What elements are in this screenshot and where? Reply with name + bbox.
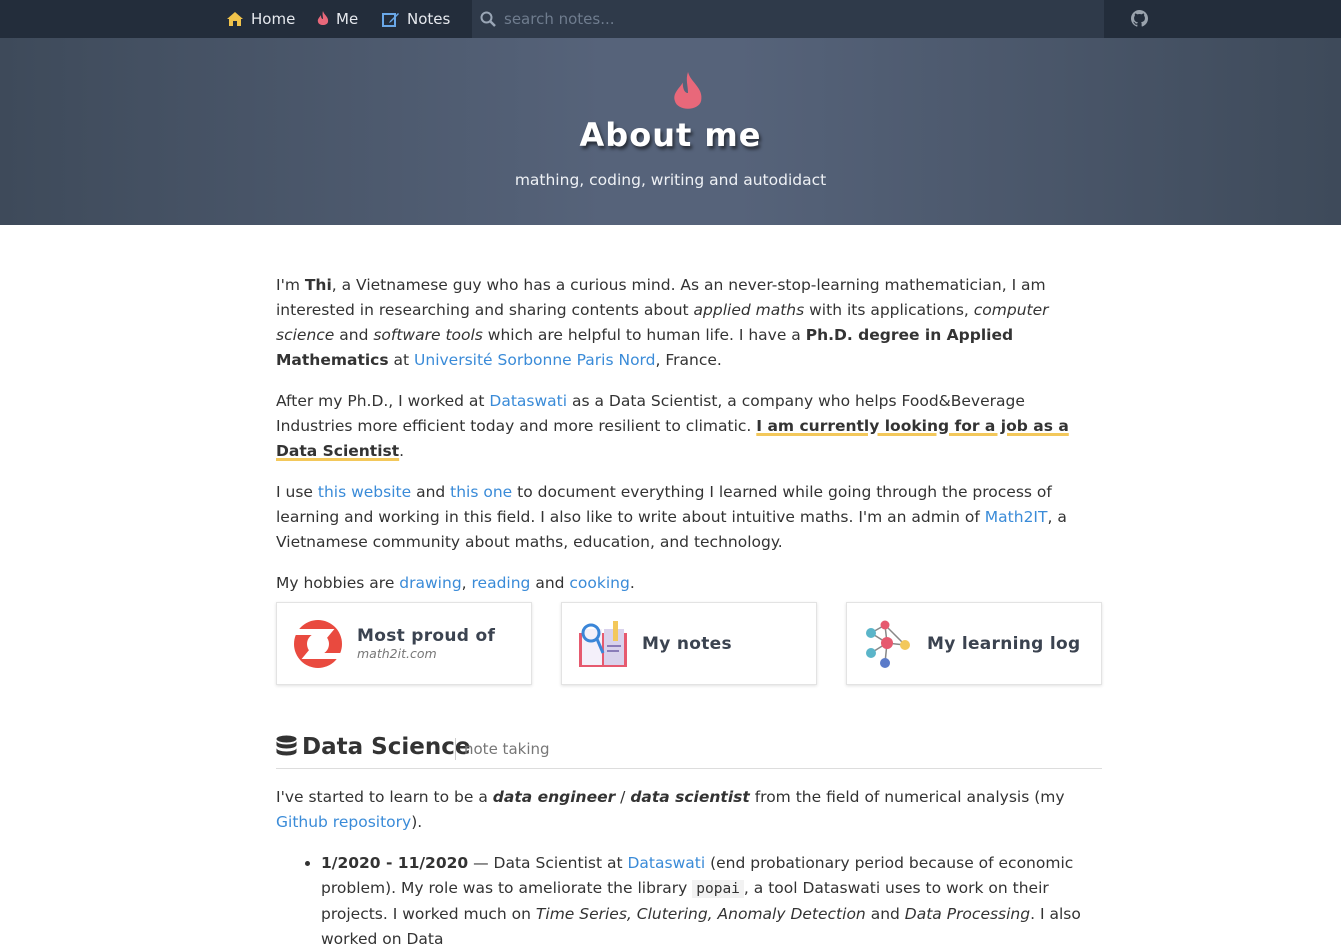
data-science-content: I've started to learn to be a data engin… <box>276 785 1102 952</box>
code-snippet: popai <box>692 880 744 898</box>
text: and <box>411 483 451 501</box>
card-most-proud[interactable]: Most proud of math2it.com <box>276 602 532 685</box>
github-icon <box>1131 10 1148 27</box>
feature-cards: Most proud of math2it.com My notes My le… <box>276 602 1102 685</box>
search-input[interactable] <box>502 9 1066 29</box>
text: from the field of numerical analysis (my <box>749 788 1065 806</box>
flame-icon <box>317 11 329 25</box>
nav-home[interactable]: Home <box>226 0 295 38</box>
emphasis: Data Processing <box>904 905 1031 923</box>
home-icon <box>227 12 243 26</box>
card-my-notes[interactable]: My notes <box>561 602 817 685</box>
card-title: My notes <box>642 633 732 654</box>
emphasis: data scientist <box>630 788 750 806</box>
math2it-logo-icon <box>291 617 345 671</box>
card-subtitle: math2it.com <box>357 646 437 661</box>
top-navbar: Home Me Notes <box>0 0 1341 38</box>
text: / <box>615 788 631 806</box>
nav-notes[interactable]: Notes <box>382 0 450 38</box>
card-title: My learning log <box>927 633 1081 654</box>
github-repository-link[interactable]: Github repository <box>276 813 411 831</box>
text: I use <box>276 483 318 501</box>
page-title: About me <box>579 116 762 154</box>
cooking-link[interactable]: cooking <box>569 574 629 592</box>
text: , France. <box>655 351 722 369</box>
emphasis: applied maths <box>693 301 805 319</box>
nav-me[interactable]: Me <box>317 0 358 38</box>
text: which are helpful to human life. I have … <box>482 326 806 344</box>
list-item: 1/2020 - 11/2020 — Data Scientist at Dat… <box>321 851 1102 952</box>
network-graph-icon <box>861 617 915 671</box>
dataswati-link[interactable]: Dataswati <box>627 854 705 872</box>
text: I've started to learn to be a <box>276 788 493 806</box>
data-science-intro: I've started to learn to be a data engin… <box>276 785 1102 835</box>
text: and <box>334 326 374 344</box>
nav-home-label: Home <box>251 10 296 28</box>
notebook-icon <box>576 617 630 671</box>
emphasis: software tools <box>373 326 483 344</box>
text: . <box>629 574 635 592</box>
about-paragraph-1: I'm Thi, a Vietnamese guy who has a curi… <box>276 273 1102 373</box>
reading-link[interactable]: reading <box>472 574 531 592</box>
nav-notes-label: Notes <box>407 10 451 28</box>
section-subtitle: note taking <box>455 738 550 760</box>
text: My hobbies are <box>276 574 400 592</box>
text: and <box>865 905 905 923</box>
math2it-link[interactable]: Math2IT <box>985 508 1048 526</box>
text: ). <box>411 813 423 831</box>
this-one-link[interactable]: this one <box>450 483 512 501</box>
search-bar <box>472 0 1104 38</box>
about-paragraph-2: After my Ph.D., I worked at Dataswati as… <box>276 389 1102 464</box>
text: I'm <box>276 276 305 294</box>
text: at <box>388 351 415 369</box>
database-icon <box>276 735 297 756</box>
flame-icon <box>674 72 702 109</box>
page-subtitle: mathing, coding, writing and autodidact <box>514 171 827 189</box>
drawing-link[interactable]: drawing <box>399 574 461 592</box>
text: After my Ph.D., I worked at <box>276 392 490 410</box>
github-link[interactable] <box>1131 10 1148 31</box>
hero-banner: About me mathing, coding, writing and au… <box>0 38 1341 225</box>
experience-list: 1/2020 - 11/2020 — Data Scientist at Dat… <box>276 851 1102 952</box>
emphasis: data engineer <box>492 788 616 806</box>
text: , <box>461 574 472 592</box>
text: and <box>530 574 570 592</box>
about-content: I'm Thi, a Vietnamese guy who has a curi… <box>276 273 1102 612</box>
text: — Data Scientist at <box>468 854 628 872</box>
this-website-link[interactable]: this website <box>318 483 411 501</box>
date-range: 1/2020 - 11/2020 <box>321 854 469 872</box>
dataswati-link[interactable]: Dataswati <box>489 392 567 410</box>
emphasis: Time Series, Clutering, Anomaly Detectio… <box>535 905 866 923</box>
card-learning-log[interactable]: My learning log <box>846 602 1102 685</box>
text: . <box>399 442 405 460</box>
section-heading-data-science: Data Science note taking <box>276 732 1102 769</box>
edit-icon <box>382 13 399 27</box>
university-link[interactable]: Université Sorbonne Paris Nord <box>414 351 655 369</box>
about-paragraph-3: I use this website and this one to docum… <box>276 480 1102 555</box>
text: with its applications, <box>804 301 974 319</box>
card-title: Most proud of <box>357 626 496 646</box>
about-paragraph-4: My hobbies are drawing, reading and cook… <box>276 571 1102 596</box>
author-name: Thi <box>304 276 332 294</box>
section-title: Data Science <box>302 734 471 760</box>
search-icon <box>480 11 496 27</box>
nav-me-label: Me <box>336 10 359 28</box>
